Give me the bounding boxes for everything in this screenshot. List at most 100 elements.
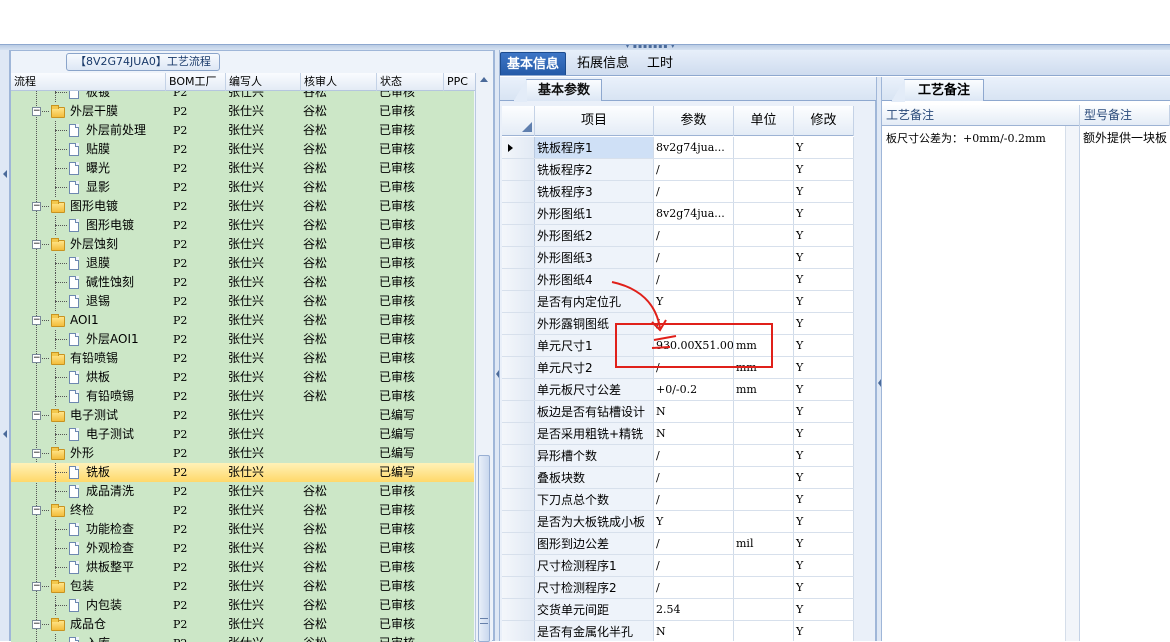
tree-row[interactable]: − 有铅喷锡 P2 张仕兴 谷松 已审核 (11, 349, 474, 368)
row-header[interactable] (502, 489, 535, 510)
col-modify[interactable]: 修改 (794, 106, 854, 136)
col-unit[interactable]: 单位 (734, 106, 794, 136)
param-row[interactable]: 铣板程序3/ Y (502, 181, 854, 203)
model-note-textarea[interactable]: 额外提供一块板 (1080, 126, 1170, 641)
param-cell[interactable]: +0/-0.2 (654, 379, 734, 400)
modify-cell[interactable]: Y (794, 291, 854, 312)
collapse-toggle-icon[interactable]: − (32, 506, 41, 515)
row-header[interactable] (502, 291, 535, 312)
tree-row[interactable]: 内包装 P2 张仕兴 谷松 已审核 (11, 596, 474, 615)
param-cell[interactable]: N (654, 621, 734, 641)
tree-node[interactable]: 显影 (11, 178, 166, 197)
param-cell[interactable]: / (654, 467, 734, 488)
tree-row[interactable]: 铣板 P2 张仕兴 已编写 (11, 463, 474, 482)
param-row[interactable]: 是否有金属化半孔 N Y (502, 621, 854, 641)
tree-row[interactable]: 外观检查 P2 张仕兴 谷松 已审核 (11, 539, 474, 558)
tree-row[interactable]: 显影 P2 张仕兴 谷松 已审核 (11, 178, 474, 197)
unit-cell[interactable] (734, 225, 794, 246)
modify-cell[interactable]: Y (794, 159, 854, 180)
unit-cell[interactable] (734, 489, 794, 510)
row-header[interactable] (502, 379, 535, 400)
tree-node[interactable]: − 终检 (11, 501, 166, 520)
row-header[interactable] (502, 225, 535, 246)
unit-cell[interactable] (734, 445, 794, 466)
tree-node[interactable]: 退锡 (11, 292, 166, 311)
modify-cell[interactable]: Y (794, 577, 854, 598)
param-cell[interactable]: / (654, 533, 734, 554)
tree-node[interactable]: − 外层蚀刻 (11, 235, 166, 254)
param-cell[interactable]: Y (654, 511, 734, 532)
row-header[interactable] (502, 247, 535, 268)
tree-row[interactable]: − 终检 P2 张仕兴 谷松 已审核 (11, 501, 474, 520)
param-row[interactable]: 图形到边公差 / mil Y (502, 533, 854, 555)
grid-corner[interactable] (502, 106, 535, 136)
collapse-toggle-icon[interactable]: − (32, 582, 41, 591)
row-header[interactable] (502, 423, 535, 444)
param-row[interactable]: 单元板尺寸公差 +0/-0.2 mm Y (502, 379, 854, 401)
collapse-icon[interactable] (878, 379, 881, 387)
param-cell[interactable]: / (654, 247, 734, 268)
modify-cell[interactable]: Y (794, 423, 854, 444)
tree-row[interactable]: − 图形电镀 P2 张仕兴 谷松 已审核 (11, 197, 474, 216)
tree-node[interactable]: 有铅喷锡 (11, 387, 166, 406)
tree-node[interactable]: − 图形电镀 (11, 197, 166, 216)
tree-node[interactable]: 碱性蚀刻 (11, 273, 166, 292)
modify-cell[interactable]: Y (794, 247, 854, 268)
param-row[interactable]: 是否采用粗铣+精铣 N Y (502, 423, 854, 445)
collapse-toggle-icon[interactable]: − (32, 449, 41, 458)
tree-row[interactable]: − 外层干膜 P2 张仕兴 谷松 已审核 (11, 102, 474, 121)
tab-process-notes[interactable]: 工艺备注 (891, 79, 984, 102)
tree-node[interactable]: 电子测试 (11, 425, 166, 444)
unit-cell[interactable] (734, 291, 794, 312)
tree-node[interactable]: 外观检查 (11, 539, 166, 558)
tree-row[interactable]: 外层AOI1 P2 张仕兴 谷松 已审核 (11, 330, 474, 349)
row-header[interactable] (502, 621, 535, 641)
tree-row[interactable]: 退膜 P2 张仕兴 谷松 已审核 (11, 254, 474, 273)
collapse-toggle-icon[interactable]: − (32, 411, 41, 420)
tree-scrollbar[interactable] (475, 73, 492, 642)
row-header[interactable] (502, 159, 535, 180)
col-item[interactable]: 项目 (535, 106, 654, 136)
tree-row[interactable]: − 外层蚀刻 P2 张仕兴 谷松 已审核 (11, 235, 474, 254)
param-cell[interactable]: 8v2g74jua... (654, 203, 734, 224)
unit-cell[interactable] (734, 599, 794, 620)
modify-cell[interactable]: Y (794, 335, 854, 356)
param-cell[interactable]: / (654, 225, 734, 246)
tree-node[interactable]: − 包装 (11, 577, 166, 596)
col-param[interactable]: 参数 (654, 106, 734, 136)
col-reviewer[interactable]: 核审人 (301, 73, 377, 91)
modify-cell[interactable]: Y (794, 203, 854, 224)
tree-node[interactable]: − AOI1 (11, 311, 166, 330)
unit-cell[interactable] (734, 511, 794, 532)
tree-node[interactable]: 图形电镀 (11, 216, 166, 235)
tree-row[interactable]: − 外形 P2 张仕兴 已编写 (11, 444, 474, 463)
tree-node[interactable]: − 电子测试 (11, 406, 166, 425)
param-row[interactable]: 铣板程序2/ Y (502, 159, 854, 181)
unit-cell[interactable] (734, 159, 794, 180)
collapse-toggle-icon[interactable]: − (32, 316, 41, 325)
param-row[interactable]: 异形槽个数 / Y (502, 445, 854, 467)
collapse-toggle-icon[interactable]: − (32, 107, 41, 116)
tree-node[interactable]: 贴膜 (11, 140, 166, 159)
modify-cell[interactable]: Y (794, 137, 854, 158)
tree-node[interactable]: − 有铅喷锡 (11, 349, 166, 368)
collapse-toggle-icon[interactable]: − (32, 240, 41, 249)
param-row[interactable]: 尺寸检测程序1/ Y (502, 555, 854, 577)
row-header[interactable] (502, 313, 535, 334)
tree-node[interactable]: − 外层干膜 (11, 102, 166, 121)
tree-node[interactable]: 外层前处理 (11, 121, 166, 140)
param-cell[interactable]: 8v2g74jua... (654, 137, 734, 158)
modify-cell[interactable]: Y (794, 225, 854, 246)
col-model-note[interactable]: 型号备注 (1080, 105, 1170, 126)
row-header[interactable] (502, 445, 535, 466)
tree-node[interactable]: 内包装 (11, 596, 166, 615)
col-flow[interactable]: 流程 (11, 73, 166, 91)
unit-cell[interactable] (734, 137, 794, 158)
note-scrollbar[interactable] (1065, 126, 1079, 641)
tree-row[interactable]: − AOI1 P2 张仕兴 谷松 已审核 (11, 311, 474, 330)
row-header[interactable] (502, 533, 535, 554)
row-header[interactable] (502, 203, 535, 224)
unit-cell[interactable] (734, 577, 794, 598)
tree-node[interactable]: 曝光 (11, 159, 166, 178)
tree-node[interactable]: 铣板 (11, 463, 166, 482)
